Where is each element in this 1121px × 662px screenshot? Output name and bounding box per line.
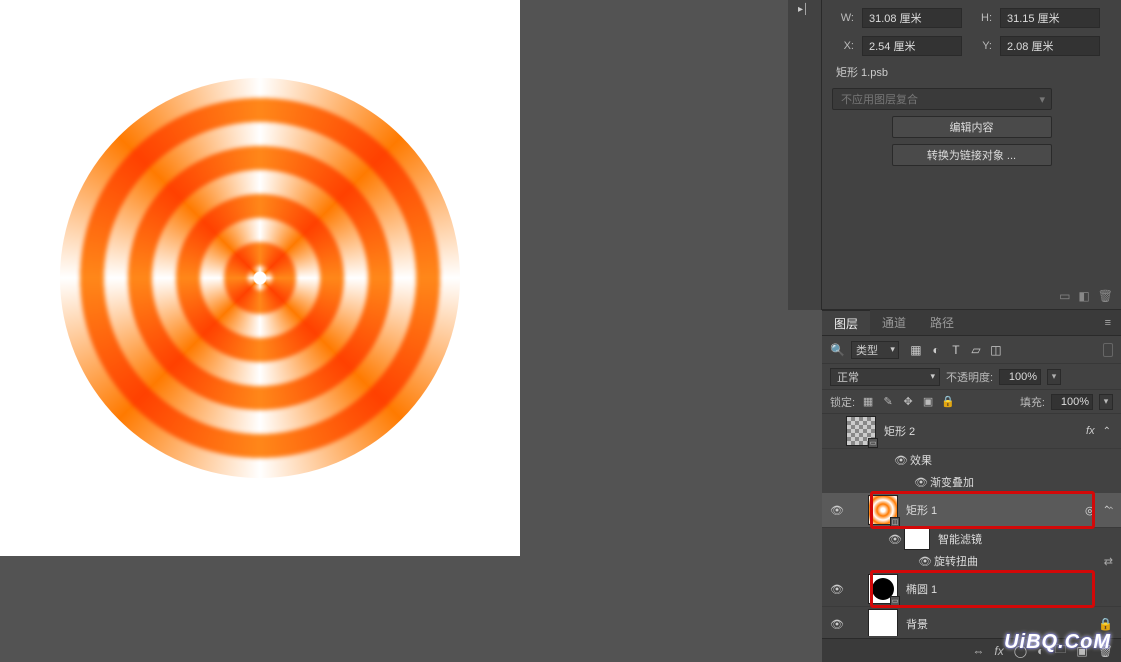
lock-row: 锁定: ▦ ✎ ✥ ▣ 🔒 填充: ▾ xyxy=(822,390,1121,414)
adjustment-layer-icon[interactable]: ◐ xyxy=(1037,644,1044,658)
smart-filters-row[interactable]: 👁 智能滤镜 xyxy=(822,528,1121,550)
lock-icon[interactable]: 🔒 xyxy=(1098,617,1113,631)
lock-artboard-icon[interactable]: ▣ xyxy=(921,395,935,409)
layer-edge-icons: ⌃ xyxy=(1107,506,1115,517)
layer-name[interactable]: 椭圆 1 xyxy=(906,581,1115,597)
visibility-toggle[interactable]: 👁 xyxy=(912,476,930,489)
lock-label: 锁定: xyxy=(830,394,855,410)
smart-badge-icon: ◫ xyxy=(890,517,900,527)
twirl-label: 旋转扭曲 xyxy=(934,553,978,569)
link-layers-icon[interactable]: ⇔ xyxy=(972,644,984,658)
layers-footer: ⇔ fx ◯ ◐ 🗀 ▣ 🗑 xyxy=(822,638,1121,662)
fx-caret-icon[interactable]: ⌃ xyxy=(1099,426,1115,437)
blend-row: 正常 不透明度: ▾ xyxy=(822,364,1121,390)
export-icon[interactable]: ◧ xyxy=(1078,289,1089,303)
opacity-input[interactable] xyxy=(999,369,1041,385)
layer-background[interactable]: 👁 背景 🔒 xyxy=(822,607,1121,636)
visibility-toggle[interactable]: 👁 xyxy=(916,555,934,568)
lock-all-icon[interactable]: 🔒 xyxy=(941,395,955,409)
fill-dropdown-icon[interactable]: ▾ xyxy=(1099,394,1113,410)
visibility-toggle[interactable]: 👁 xyxy=(828,618,846,631)
embed-icon[interactable]: ▭ xyxy=(1059,289,1070,303)
twirl-filter-row[interactable]: 👁 旋转扭曲 ⇄ xyxy=(822,550,1121,572)
gradient-overlay-row[interactable]: 👁 渐变叠加 xyxy=(822,471,1121,493)
smart-filters-label: 智能滤镜 xyxy=(938,531,982,547)
effects-row[interactable]: 👁 效果 xyxy=(822,449,1121,471)
tab-channels[interactable]: 通道 xyxy=(870,310,918,335)
opacity-label: 不透明度: xyxy=(946,369,993,385)
layer-name[interactable]: 矩形 1 xyxy=(906,502,1085,518)
visibility-toggle[interactable]: 👁 xyxy=(828,583,846,596)
lock-image-icon[interactable]: ✎ xyxy=(881,395,895,409)
search-icon: 🔍 xyxy=(830,343,845,357)
filter-adjustment-icon[interactable]: ◐ xyxy=(929,343,943,357)
layer-filter-row: 🔍 类型 ▦ ◐ T ▱ ◫ xyxy=(822,336,1121,364)
layer-comp-select: 不应用图层复合 xyxy=(832,88,1052,110)
layer-list[interactable]: ▭ 矩形 2 fx ⌃ 👁 效果 👁 渐变叠加 👁 ◫ 矩形 1 ◎ ⌃ 👁 智… xyxy=(822,414,1121,636)
width-label: W: xyxy=(832,12,854,24)
canvas-area[interactable] xyxy=(0,0,520,556)
trash-icon[interactable]: 🗑 xyxy=(1098,289,1113,303)
filter-type-icon[interactable]: T xyxy=(949,343,963,357)
layer-thumbnail[interactable]: ▭ xyxy=(846,416,876,446)
filter-smart-icon[interactable]: ◫ xyxy=(989,343,1003,357)
layer-mask-icon[interactable]: ◯ xyxy=(1014,644,1027,658)
shape-badge-icon: ▭ xyxy=(890,596,900,606)
filter-shape-icon[interactable]: ▱ xyxy=(969,343,983,357)
layer-thumbnail[interactable] xyxy=(868,609,898,636)
layer-thumbnail[interactable]: ◫ xyxy=(868,495,898,525)
layer-ellipse1[interactable]: 👁 ▭ 椭圆 1 xyxy=(822,572,1121,607)
layer-rect1[interactable]: 👁 ◫ 矩形 1 ◎ ⌃ xyxy=(822,493,1121,528)
height-input[interactable] xyxy=(1000,8,1100,28)
visibility-toggle[interactable]: 👁 xyxy=(892,454,910,467)
filter-pixel-icon[interactable]: ▦ xyxy=(909,343,923,357)
layer-rect2[interactable]: ▭ 矩形 2 fx ⌃ xyxy=(822,414,1121,449)
visibility-toggle[interactable]: 👁 xyxy=(828,504,846,517)
group-icon[interactable]: 🗀 xyxy=(1054,640,1066,661)
properties-panel: W: H: X: Y: 矩形 1.psb 不应用图层复合 编辑内容 转换为链接对… xyxy=(822,0,1121,310)
filter-kind-select[interactable]: 类型 xyxy=(851,341,899,359)
effects-label: 效果 xyxy=(910,452,932,468)
tab-layers[interactable]: 图层 xyxy=(822,310,870,335)
tab-paths[interactable]: 路径 xyxy=(918,310,966,335)
layer-name[interactable]: 矩形 2 xyxy=(884,423,1086,439)
lock-transparency-icon[interactable]: ▦ xyxy=(861,395,875,409)
layer-name[interactable]: 背景 xyxy=(906,616,1115,632)
lock-position-icon[interactable]: ✥ xyxy=(901,395,915,409)
smart-object-filename: 矩形 1.psb xyxy=(836,64,1111,80)
fill-input[interactable] xyxy=(1051,394,1093,410)
visibility-toggle[interactable] xyxy=(828,423,846,439)
gradient-overlay-label: 渐变叠加 xyxy=(930,474,974,490)
layer-style-icon[interactable]: fx xyxy=(994,644,1003,658)
panel-tabs: 图层 通道 路径 ≡ xyxy=(822,310,1121,336)
panel-menu-icon[interactable]: ≡ xyxy=(1095,310,1121,335)
filter-toggle[interactable] xyxy=(1103,343,1113,357)
width-input[interactable] xyxy=(862,8,962,28)
delete-layer-icon[interactable]: 🗑 xyxy=(1098,644,1113,658)
y-input[interactable] xyxy=(1000,36,1100,56)
layer-thumbnail[interactable]: ▭ xyxy=(868,574,898,604)
fill-label: 填充: xyxy=(1020,394,1045,410)
blend-mode-select[interactable]: 正常 xyxy=(830,368,940,386)
convert-to-linked-button[interactable]: 转换为链接对象 ... xyxy=(892,144,1052,166)
opacity-dropdown-icon[interactable]: ▾ xyxy=(1047,369,1061,385)
height-label: H: xyxy=(970,12,992,24)
x-input[interactable] xyxy=(862,36,962,56)
smart-filter-thumbnail[interactable] xyxy=(904,528,930,550)
filter-options-icon[interactable]: ⇄ xyxy=(1104,555,1113,568)
fx-badge[interactable]: fx xyxy=(1086,425,1095,437)
visibility-toggle[interactable]: 👁 xyxy=(886,533,904,546)
new-layer-icon[interactable]: ▣ xyxy=(1076,644,1087,658)
expand-arrow-icon[interactable]: ▸│ xyxy=(798,4,809,15)
panel-collapse-strip[interactable]: ▸│ xyxy=(788,0,822,310)
shape-badge-icon: ▭ xyxy=(868,438,878,448)
x-label: X: xyxy=(832,40,854,52)
scroll-up-icon[interactable]: ⌃ xyxy=(1107,506,1115,517)
y-label: Y: xyxy=(970,40,992,52)
filter-badge-icon[interactable]: ◎ xyxy=(1085,504,1095,517)
edit-contents-button[interactable]: 编辑内容 xyxy=(892,116,1052,138)
spiral-artwork xyxy=(60,78,460,478)
layers-panel: 图层 通道 路径 ≡ 🔍 类型 ▦ ◐ T ▱ ◫ 正常 不透明度: ▾ 锁定:… xyxy=(822,310,1121,662)
